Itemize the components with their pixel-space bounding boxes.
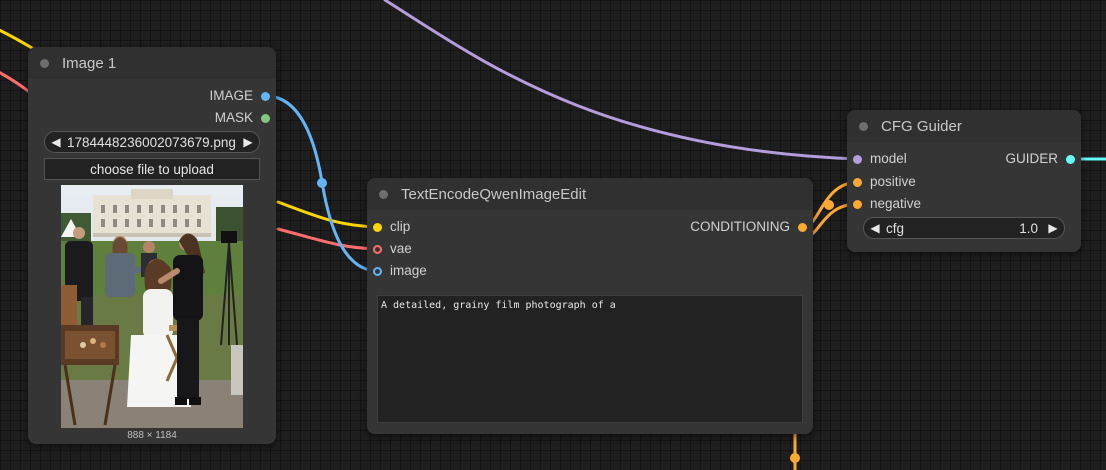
output-slot-guider[interactable]: GUIDER <box>1005 151 1075 167</box>
input-slot-image-label: image <box>390 263 427 278</box>
model-wire <box>383 0 860 161</box>
output-guider-dot-icon[interactable] <box>1066 154 1075 164</box>
input-positive-dot-icon[interactable] <box>853 177 862 187</box>
cfg-guider-title: CFG Guider <box>881 117 962 135</box>
cfg-decrement-arrow-icon[interactable]: ◀ <box>864 221 886 235</box>
upload-button[interactable]: choose file to upload <box>44 158 260 180</box>
input-slot-positive[interactable]: positive <box>853 174 916 190</box>
image-wire-reroute-dot[interactable] <box>317 178 327 188</box>
input-slot-clip-label: clip <box>390 219 411 234</box>
image-file-combo[interactable]: ◀ 1784448236002073679.png ▶ <box>44 131 260 153</box>
text-encode-title-bar[interactable]: TextEncodeQwenImageEdit <box>367 178 813 210</box>
collapse-dot-icon[interactable] <box>40 58 49 68</box>
output-mask-dot-icon[interactable] <box>261 113 270 123</box>
cfg-number-widget[interactable]: ◀ cfg 1.0 ▶ <box>863 217 1065 239</box>
input-slot-vae[interactable]: vae <box>373 241 412 257</box>
collapse-dot-icon[interactable] <box>859 121 868 131</box>
combo-next-arrow-icon[interactable]: ▶ <box>237 135 259 149</box>
conditioning-reroute-dot[interactable] <box>824 200 834 210</box>
image-loader-title: Image 1 <box>62 54 117 72</box>
input-slot-image[interactable]: image <box>373 263 427 279</box>
input-slot-vae-label: vae <box>390 241 412 256</box>
input-slot-model-label: model <box>870 151 907 166</box>
image-filename[interactable]: 1784448236002073679.png <box>67 135 237 150</box>
image-loader-node[interactable]: Image 1 IMAGE MASK ◀ 1784448236002073679… <box>28 47 276 444</box>
vae-wire <box>276 227 380 251</box>
input-slot-negative[interactable]: negative <box>853 196 921 212</box>
input-image-dot-icon[interactable] <box>373 266 382 276</box>
output-image-dot-icon[interactable] <box>261 91 270 101</box>
prompt-textarea[interactable]: A detailed, grainy film photograph of a <box>377 295 803 423</box>
preview-photo <box>61 185 243 428</box>
clip-wire-offscreen <box>0 28 34 50</box>
output-slot-conditioning-label: CONDITIONING <box>690 219 790 234</box>
collapse-dot-icon[interactable] <box>379 189 388 199</box>
text-encode-title: TextEncodeQwenImageEdit <box>401 185 587 203</box>
input-slot-clip[interactable]: clip <box>373 219 410 235</box>
output-slot-image-label: IMAGE <box>209 88 253 103</box>
output-slot-mask[interactable]: MASK <box>215 110 270 126</box>
input-slot-positive-label: positive <box>870 174 916 189</box>
cfg-value[interactable]: 1.0 <box>1019 221 1042 236</box>
cfg-guider-title-bar[interactable]: CFG Guider <box>847 110 1081 142</box>
clip-wire <box>276 200 380 229</box>
image-dimensions: 888 × 1184 <box>127 430 177 441</box>
cfg-increment-arrow-icon[interactable]: ▶ <box>1042 221 1064 235</box>
input-slot-negative-label: negative <box>870 196 922 211</box>
image-loader-title-bar[interactable]: Image 1 <box>28 47 276 79</box>
text-encode-node[interactable]: TextEncodeQwenImageEdit clip vae image C… <box>367 178 813 434</box>
input-clip-dot-icon[interactable] <box>373 222 382 232</box>
image-preview <box>61 185 243 428</box>
input-model-dot-icon[interactable] <box>853 154 862 164</box>
input-vae-dot-icon[interactable] <box>373 244 382 254</box>
cfg-label: cfg <box>886 220 905 236</box>
input-negative-dot-icon[interactable] <box>853 199 862 209</box>
input-slot-model[interactable]: model <box>853 151 907 167</box>
image-wire <box>264 94 380 273</box>
cfg-guider-node[interactable]: CFG Guider model positive negative GUIDE… <box>847 110 1081 252</box>
combo-prev-arrow-icon[interactable]: ◀ <box>45 135 67 149</box>
output-slot-guider-label: GUIDER <box>1005 151 1058 166</box>
output-conditioning-dot-icon[interactable] <box>798 222 807 232</box>
output-slot-conditioning[interactable]: CONDITIONING <box>690 219 807 235</box>
output-slot-mask-label: MASK <box>214 110 253 125</box>
output-slot-image[interactable]: IMAGE <box>209 88 270 104</box>
conditioning-down-reroute-dot[interactable] <box>790 453 800 463</box>
